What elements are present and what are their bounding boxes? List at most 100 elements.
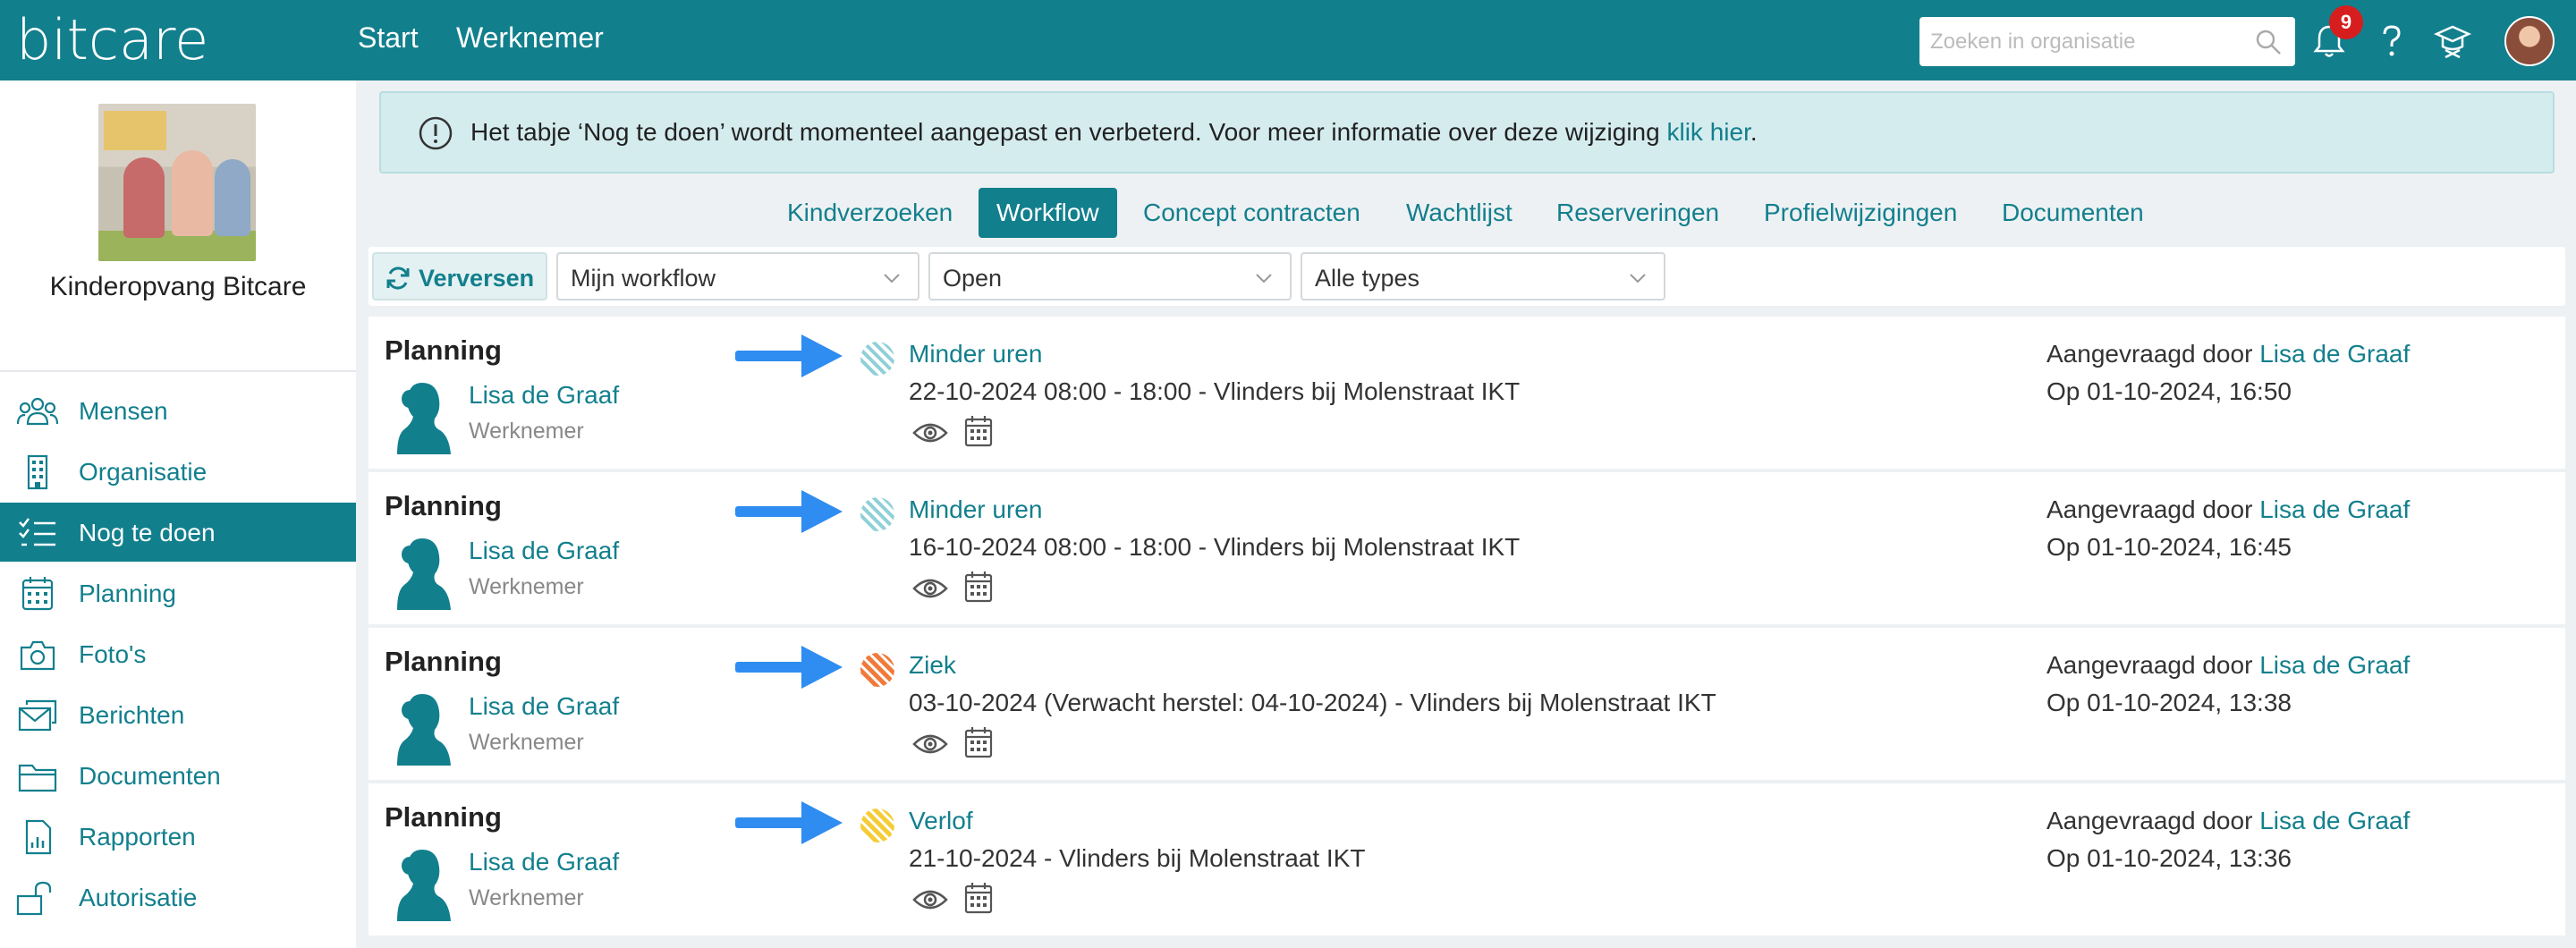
person-name-link[interactable]: Lisa de Graaf xyxy=(469,381,619,410)
chevron-down-icon xyxy=(1256,274,1272,284)
status-select-value: Open xyxy=(943,265,1003,292)
graduation-icon[interactable] xyxy=(2433,21,2472,61)
checklist-icon xyxy=(19,518,55,546)
search-box xyxy=(1919,17,2295,66)
eye-icon[interactable] xyxy=(912,728,948,760)
requested-by: Aangevraagd door Lisa de Graaf xyxy=(2046,495,2411,523)
person-avatar-icon xyxy=(397,850,451,921)
request-title-link[interactable]: Minder uren xyxy=(909,340,1042,368)
calendar-icon[interactable] xyxy=(964,571,993,603)
notice-link[interactable]: klik hier xyxy=(1666,118,1750,146)
sidebar-item-fotos[interactable]: Foto's xyxy=(0,624,356,683)
type-select-value: Alle types xyxy=(1315,265,1420,292)
sidebar-item-label: Rapporten xyxy=(79,823,196,851)
request-title-link[interactable]: Minder uren xyxy=(909,495,1042,524)
search-input[interactable] xyxy=(1919,17,2295,66)
request-timestamp: Op 01-10-2024, 13:38 xyxy=(2046,689,2292,716)
nav-start[interactable]: Start xyxy=(358,21,419,55)
tab-documenten[interactable]: Documenten xyxy=(2002,188,2144,238)
request-timestamp: Op 01-10-2024, 16:45 xyxy=(2046,533,2292,561)
search-icon[interactable] xyxy=(2254,28,2283,56)
organization-name: Kinderopvang Bitcare xyxy=(49,272,307,301)
sidebar-item-planning[interactable]: Planning xyxy=(0,563,356,622)
sidebar-item-organisatie[interactable]: Organisatie xyxy=(0,442,356,501)
calendar-icon[interactable] xyxy=(964,726,993,758)
status-striped-icon xyxy=(860,497,894,531)
workflow-row: Planning Lisa de Graaf Werknemer Ziek 03… xyxy=(369,628,2565,780)
sidebar-item-documenten[interactable]: Documenten xyxy=(0,746,356,805)
row-type: Planning xyxy=(385,490,502,521)
info-notice: Het tabje ‘Nog te doen’ wordt momenteel … xyxy=(379,91,2555,174)
calendar-icon xyxy=(21,577,54,611)
eye-icon[interactable] xyxy=(912,884,948,916)
requester-link[interactable]: Lisa de Graaf xyxy=(2259,495,2410,523)
tab-wachtlijst[interactable]: Wachtlijst xyxy=(1406,188,1513,238)
person-role: Werknemer xyxy=(469,885,584,910)
person-name-link[interactable]: Lisa de Graaf xyxy=(469,537,619,565)
arrow-right-icon xyxy=(735,646,843,689)
status-striped-icon xyxy=(860,653,894,687)
request-detail: 22-10-2024 08:00 - 18:00 - Vlinders bij … xyxy=(909,377,1521,405)
requested-by: Aangevraagd door Lisa de Graaf xyxy=(2046,340,2411,368)
arrow-right-icon xyxy=(735,334,843,377)
workflow-select-value: Mijn workflow xyxy=(571,265,716,292)
report-icon xyxy=(25,819,52,855)
status-select[interactable]: Open xyxy=(928,252,1292,300)
person-role: Werknemer xyxy=(469,574,584,599)
status-striped-icon xyxy=(860,342,894,376)
request-title-link[interactable]: Ziek xyxy=(909,651,956,680)
notice-text: Het tabje ‘Nog te doen’ wordt momenteel … xyxy=(470,118,1758,146)
workflow-row: Planning Lisa de Graaf Werknemer Minder … xyxy=(369,472,2565,624)
sidebar: Kinderopvang Bitcare Mensen Organisatie xyxy=(0,80,356,948)
workflow-select[interactable]: Mijn workflow xyxy=(556,252,919,300)
person-role: Werknemer xyxy=(469,419,584,444)
workflow-row: Planning Lisa de Graaf Werknemer Verlof … xyxy=(369,783,2565,935)
tab-kindverzoeken[interactable]: Kindverzoeken xyxy=(787,188,953,238)
chevron-down-icon xyxy=(1630,274,1646,284)
refresh-button[interactable]: Verversen xyxy=(372,252,547,300)
person-name-link[interactable]: Lisa de Graaf xyxy=(469,692,619,721)
sidebar-item-nog-te-doen[interactable]: Nog te doen xyxy=(0,503,356,562)
eye-icon[interactable] xyxy=(912,417,948,449)
workflow-row: Planning Lisa de Graaf Werknemer Minder … xyxy=(369,317,2565,469)
sidebar-divider xyxy=(0,370,356,372)
row-type: Planning xyxy=(385,334,502,366)
sidebar-item-label: Organisatie xyxy=(79,458,208,486)
sidebar-item-autorisatie[interactable]: Autorisatie xyxy=(0,868,356,927)
row-type: Planning xyxy=(385,646,502,677)
person-name-link[interactable]: Lisa de Graaf xyxy=(469,848,619,876)
tab-profielwijzigingen[interactable]: Profielwijzigingen xyxy=(1764,188,1957,238)
sidebar-item-berichten[interactable]: Berichten xyxy=(0,685,356,744)
arrow-right-icon xyxy=(735,801,843,844)
sidebar-item-label: Nog te doen xyxy=(79,519,216,546)
bitcare-logo[interactable]: bitcare xyxy=(16,7,208,72)
sidebar-item-label: Berichten xyxy=(79,701,185,729)
tab-workflow[interactable]: Workflow xyxy=(979,188,1117,238)
user-avatar[interactable] xyxy=(2504,16,2555,66)
sidebar-item-mensen[interactable]: Mensen xyxy=(0,381,356,440)
sidebar-item-label: Planning xyxy=(79,580,176,607)
request-timestamp: Op 01-10-2024, 16:50 xyxy=(2046,377,2292,405)
sidebar-item-rapporten[interactable]: Rapporten xyxy=(0,807,356,866)
type-select[interactable]: Alle types xyxy=(1301,252,1665,300)
eye-icon[interactable] xyxy=(912,572,948,605)
arrow-right-icon xyxy=(735,490,843,533)
request-detail: 03-10-2024 (Verwacht herstel: 04-10-2024… xyxy=(909,689,1716,716)
calendar-icon[interactable] xyxy=(964,882,993,914)
top-bar: bitcare Start Werknemer 9 xyxy=(0,0,2576,80)
calendar-icon[interactable] xyxy=(964,415,993,447)
tab-concept-contracten[interactable]: Concept contracten xyxy=(1143,188,1360,238)
request-title-link[interactable]: Verlof xyxy=(909,807,973,835)
help-icon[interactable] xyxy=(2372,21,2411,61)
requester-link[interactable]: Lisa de Graaf xyxy=(2259,807,2410,834)
requester-link[interactable]: Lisa de Graaf xyxy=(2259,340,2410,368)
requester-link[interactable]: Lisa de Graaf xyxy=(2259,651,2410,679)
nav-werknemer[interactable]: Werknemer xyxy=(456,21,604,55)
notification-badge[interactable]: 9 xyxy=(2329,5,2363,39)
building-icon xyxy=(27,454,48,490)
folder-icon xyxy=(18,764,57,792)
camera-icon xyxy=(20,640,55,671)
tab-reserveringen[interactable]: Reserveringen xyxy=(1556,188,1719,238)
requested-by: Aangevraagd door Lisa de Graaf xyxy=(2046,651,2411,679)
request-detail: 16-10-2024 08:00 - 18:00 - Vlinders bij … xyxy=(909,533,1521,561)
